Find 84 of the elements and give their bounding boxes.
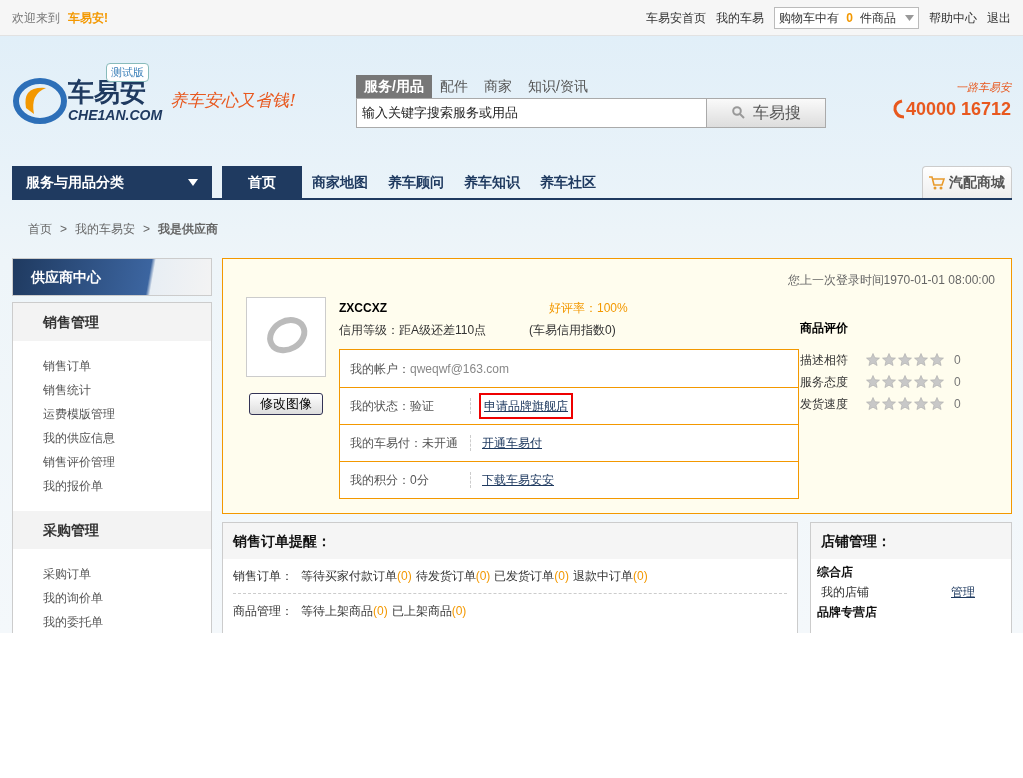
panel-title: 销售订单提醒： [223,523,797,559]
sidebar-link[interactable]: 销售订单 [43,357,181,375]
reminder-link[interactable]: 等待上架商品(0) [301,601,388,620]
cart-label: 件商品 [860,9,896,27]
info-link[interactable]: 申请品牌旗舰店 [479,393,573,419]
info-label: 我的车易付：未开通 [350,435,471,451]
reminder-link[interactable]: 已发货订单(0) [494,567,569,585]
reminder-label: 销售订单： [233,568,293,585]
nav-tab[interactable]: 养车顾问 [378,166,454,198]
sidebar-link[interactable]: 销售统计 [43,381,181,399]
logo-domain: CHE1AN.COM [68,106,163,125]
breadcrumb-link[interactable]: 首页 [28,220,52,238]
search-tab[interactable]: 知识/资讯 [519,74,596,98]
nav-tab[interactable]: 首页 [222,166,302,198]
logo-name: 车易安 [68,79,147,105]
review-score: 0 [954,396,961,413]
manage-link[interactable]: 管理 [951,583,975,601]
cart-dropdown[interactable]: 购物车中有 0 件商品 [774,6,919,29]
store-section-title: 品牌专营店 [817,604,878,621]
review-score: 0 [954,352,961,369]
breadcrumb-separator: > [60,221,67,238]
sidebar-link[interactable]: 我的报价单 [43,477,181,495]
nav-tab[interactable]: 养车知识 [454,166,530,198]
reviews-title: 商品评价 [800,320,849,337]
nav-tab[interactable]: 商家地图 [302,166,378,198]
search-icon [731,106,745,119]
reminder-link[interactable]: 已上架商品(0) [391,601,467,620]
cart-label: 购物车中有 [779,9,840,27]
store-item-label: 我的店铺 [821,584,870,601]
search-tab[interactable]: 商家 [475,74,520,98]
breadcrumb-link[interactable]: 我是供应商 [158,220,219,238]
sidebar-group-title: 采购管理 [13,511,211,549]
mall-button[interactable]: 汽配商城 [922,166,1012,198]
info-link[interactable]: 下载车易安安 [479,469,557,491]
top-link[interactable]: 帮助中心 [929,8,977,27]
hotline-tagline: 一路车易安 [955,80,1011,96]
category-menu[interactable]: 服务与用品分类 [12,166,212,198]
reminder-label: 商品管理： [233,602,293,620]
welcome-text: 欢迎来到 [12,9,60,27]
slogan: 养车安心又省钱! [170,89,296,113]
sidebar-link[interactable]: 我的供应信息 [43,429,181,447]
sidebar-group-title: 销售管理 [13,303,211,341]
cart-icon [929,175,945,190]
sidebar-link[interactable]: 采购订单 [43,565,181,583]
search-tab[interactable]: 配件 [431,74,476,98]
rating-text: 好评率：100% [549,300,628,317]
search-button[interactable]: 车易搜 [706,97,826,128]
reminder-link[interactable]: 等待买家付款订单(0) [301,567,412,585]
info-label: 我的状态：验证 [350,398,471,414]
sidebar-link[interactable]: 我的询价单 [43,589,181,607]
sidebar-link[interactable]: 我的委托单 [43,613,181,631]
info-label: 我的积分：0分 [350,472,471,488]
phone-icon [891,99,906,120]
info-link[interactable]: 开通车易付 [479,432,545,454]
user-name: ZXCCXZ [339,300,388,317]
search-tab[interactable]: 服务/用品 [356,74,432,98]
search-field[interactable]: 输入关键字搜索服务或用品 [356,97,706,128]
breadcrumb-separator: > [143,221,151,238]
cart-count: 0 [846,9,853,27]
hotline-number: 40000 16712 [905,97,1011,121]
top-link[interactable]: 车易安首页 [646,8,707,27]
sidebar-link[interactable]: 销售评价管理 [43,453,181,471]
caret-icon [905,14,914,21]
change-avatar-button[interactable]: 修改图像 [249,393,323,415]
credit-level-text: 信用等级：距A级还差110点 [339,322,488,339]
account-email: qweqwf@163.com [410,360,509,378]
nav-tab[interactable]: 养车社区 [530,166,606,198]
review-label: 服务态度 [800,374,849,391]
credit-index-text: (车易信用指数0) [529,322,616,339]
review-label: 描述相符 [800,352,849,369]
info-label: 我的帐户： [350,360,410,378]
last-login-text: 您上一次登录时间1970-01-01 08:00:00 [787,273,995,287]
top-link[interactable]: 退出 [987,8,1011,27]
review-score: 0 [954,374,961,391]
review-label: 发货速度 [800,396,849,413]
caret-icon [188,178,198,186]
sidebar-title: 供应商中心 [12,258,212,296]
store-section-title: 综合店 [817,564,854,581]
reminder-link[interactable]: 待发货订单(0) [415,567,491,585]
breadcrumb-link[interactable]: 我的车易安 [75,220,135,238]
reminder-link[interactable]: 退款中订单(0) [573,567,648,585]
top-link[interactable]: 我的车易 [716,8,765,27]
sidebar-link[interactable]: 运费模版管理 [43,405,181,423]
panel-title: 店铺管理： [811,523,1011,559]
